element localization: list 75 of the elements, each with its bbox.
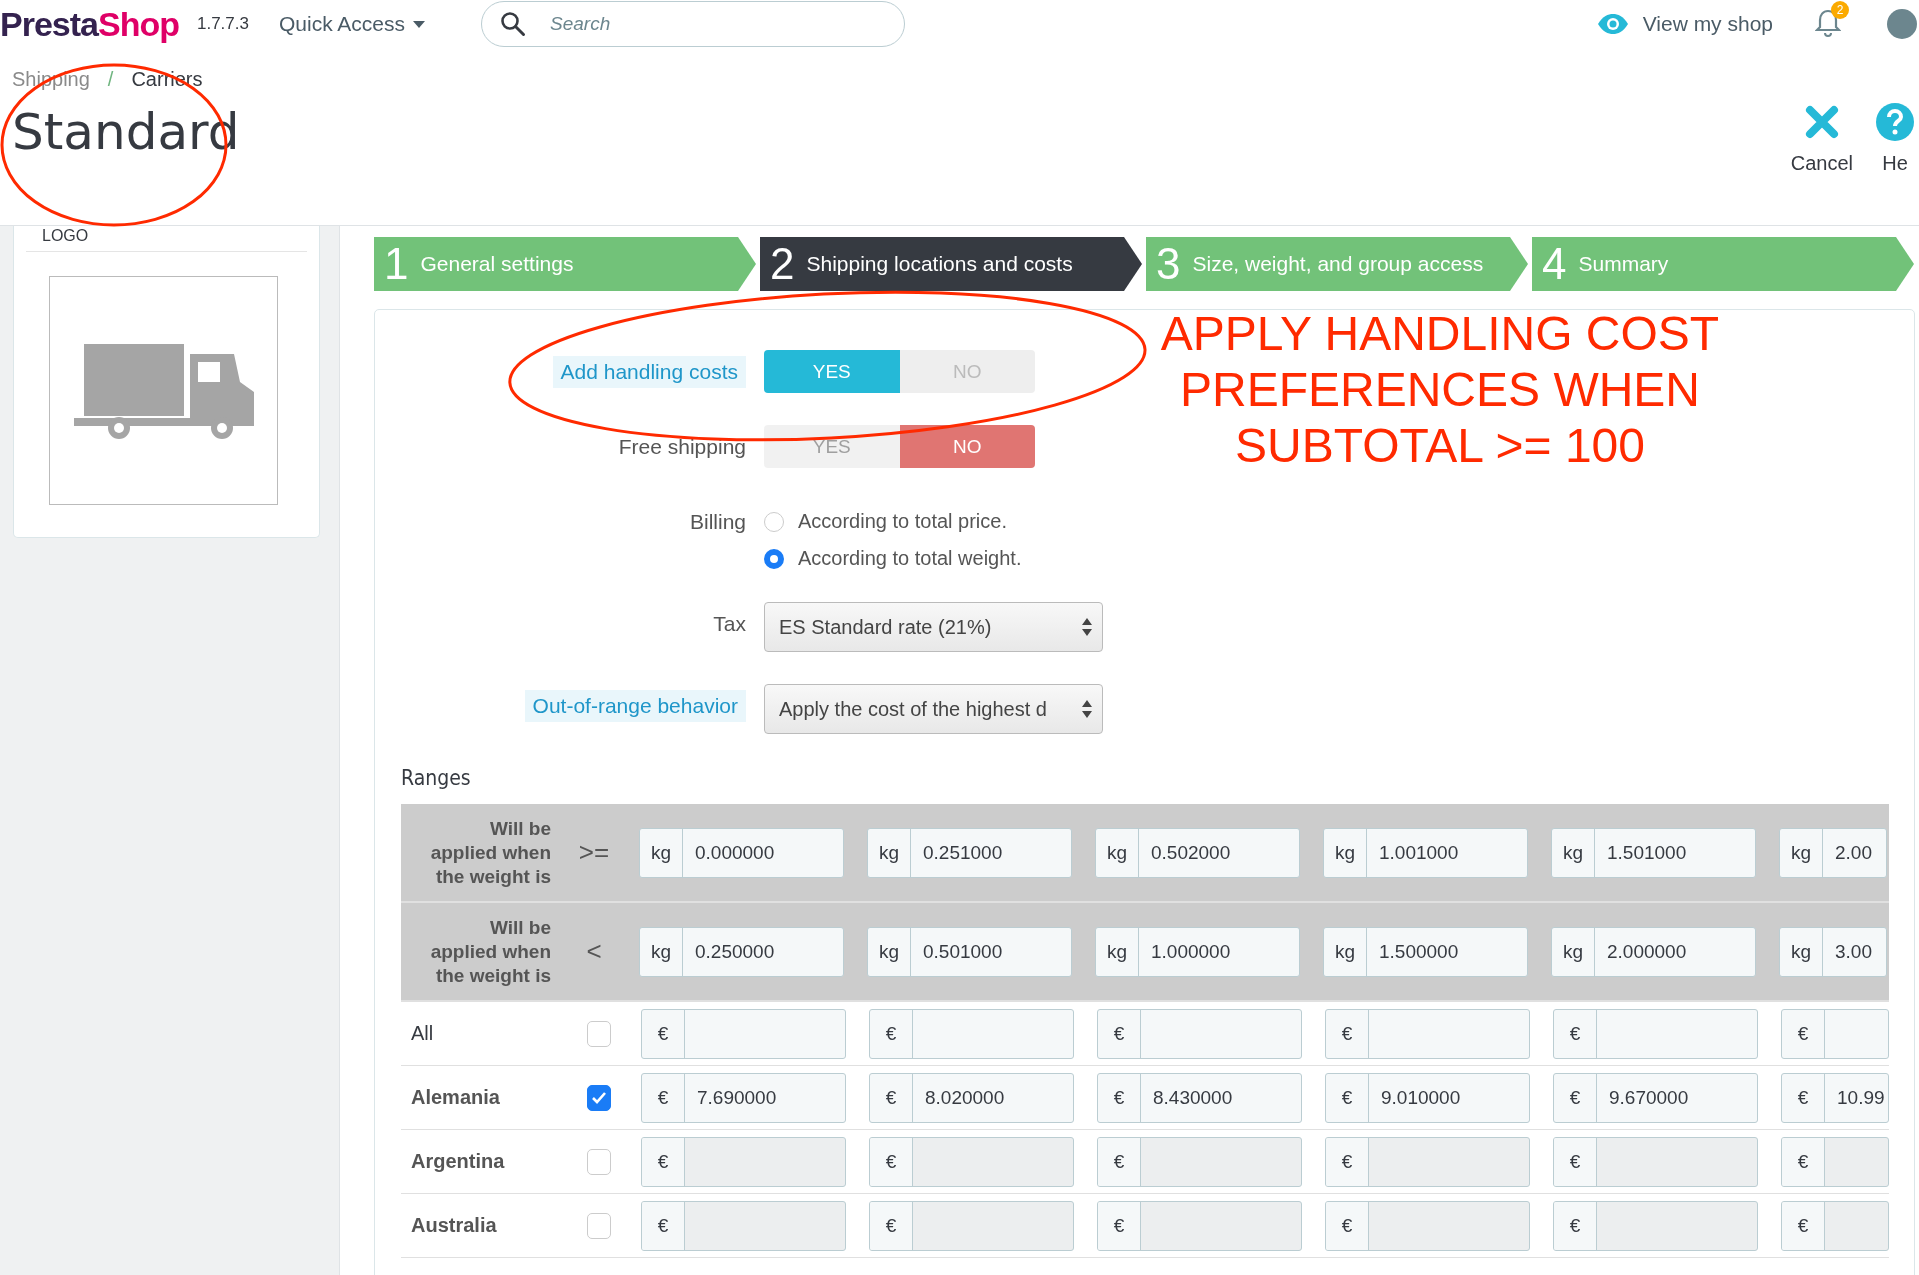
input-field[interactable]: kg 1.000000 xyxy=(1095,926,1300,977)
input-field[interactable]: € xyxy=(641,1200,846,1251)
eye-icon xyxy=(1596,13,1629,35)
wizard-step[interactable]: 2 Shipping locations and costs xyxy=(760,237,1142,291)
zone-name: Argentina xyxy=(410,1150,506,1173)
quick-access-menu[interactable]: Quick Access xyxy=(278,12,425,36)
zone-name: All xyxy=(410,1022,435,1045)
input-field[interactable]: € xyxy=(1553,1200,1758,1251)
select-field[interactable]: Apply the cost of the highest d xyxy=(764,684,1103,734)
input-field[interactable]: € xyxy=(1781,1008,1889,1059)
brand-logo[interactable]: PrestaShop xyxy=(0,4,179,44)
radio-option[interactable]: According to total weight. xyxy=(764,547,1022,570)
input-field[interactable]: kg 0.000000 xyxy=(639,827,844,878)
input-field[interactable]: € xyxy=(1325,1008,1530,1059)
checkbox[interactable] xyxy=(586,1084,611,1111)
radio-option[interactable]: According to total price. xyxy=(764,510,1022,533)
card-heading: LOGO xyxy=(26,226,307,252)
input-field[interactable]: € 9.010000 xyxy=(1325,1072,1530,1123)
checkbox[interactable] xyxy=(586,1212,611,1239)
caret-icon xyxy=(413,20,425,28)
input-field[interactable]: € xyxy=(1325,1200,1530,1251)
field-label: Tax xyxy=(713,611,746,637)
input-field[interactable]: € xyxy=(1781,1200,1889,1251)
input-field[interactable]: kg 2.000000 xyxy=(1551,926,1756,977)
input-field[interactable]: € xyxy=(1553,1008,1758,1059)
input-field[interactable]: € xyxy=(869,1008,1074,1059)
input-field[interactable]: € 7.690000 xyxy=(641,1072,846,1123)
input-field[interactable]: kg 0.250000 xyxy=(639,926,844,977)
help-icon xyxy=(1875,102,1915,142)
range-label: Will be applied when the weight is xyxy=(429,816,551,889)
view-shop-link[interactable]: View my shop xyxy=(1596,12,1773,36)
check-icon xyxy=(590,1090,607,1105)
input-field[interactable]: € xyxy=(1097,1008,1302,1059)
cancel-button[interactable]: Cancel xyxy=(1790,102,1853,175)
annotation-text: APPLY HANDLING COST PREFERENCES WHEN SUBTOTAL >= 100 xyxy=(1159,306,1721,474)
input-field[interactable]: € xyxy=(1097,1136,1302,1187)
input-field[interactable]: € xyxy=(641,1136,846,1187)
input-field[interactable]: kg 1.501000 xyxy=(1551,827,1756,878)
input-field[interactable]: € xyxy=(869,1136,1074,1187)
checkbox[interactable] xyxy=(586,1020,611,1047)
input-field[interactable]: kg 0.502000 xyxy=(1095,827,1300,878)
input-field[interactable]: € xyxy=(1097,1200,1302,1251)
zone-name: Australia xyxy=(410,1214,498,1237)
field-label: Billing xyxy=(689,509,746,535)
sort-arrows-icon xyxy=(1082,700,1092,718)
input-field[interactable]: € 8.020000 xyxy=(869,1072,1074,1123)
section-heading: Ranges xyxy=(401,766,472,790)
input-field[interactable]: € 8.430000 xyxy=(1097,1072,1302,1123)
notification-badge: 2 xyxy=(1831,1,1849,19)
input-field[interactable]: € xyxy=(1553,1136,1758,1187)
field-label: Free shipping xyxy=(618,434,746,460)
input-field[interactable]: kg 2.00 xyxy=(1779,827,1887,878)
input-field[interactable]: € xyxy=(641,1008,846,1059)
operator-label: >= xyxy=(577,837,611,868)
checkbox[interactable] xyxy=(586,1148,611,1175)
input-field[interactable]: kg 0.251000 xyxy=(867,827,1072,878)
input-field[interactable]: € xyxy=(869,1200,1074,1251)
input-field[interactable]: kg 0.501000 xyxy=(867,926,1072,977)
breadcrumb-separator: / xyxy=(107,68,114,91)
version-text: 1.7.7.3 xyxy=(196,14,249,34)
operator-label: < xyxy=(585,936,603,967)
help-button[interactable]: He xyxy=(1875,102,1915,175)
avatar-icon[interactable] xyxy=(1887,9,1917,39)
select-field[interactable]: ES Standard rate (21%) xyxy=(764,602,1103,652)
search-icon xyxy=(500,11,526,37)
input-field[interactable]: € 10.99 xyxy=(1781,1072,1889,1123)
input-field[interactable]: kg 1.500000 xyxy=(1323,926,1528,977)
sort-arrows-icon xyxy=(1082,618,1092,636)
input-field[interactable]: € 9.670000 xyxy=(1553,1072,1758,1123)
input-field[interactable]: kg 1.001000 xyxy=(1323,827,1528,878)
input-field[interactable]: € xyxy=(1325,1136,1530,1187)
range-label: Will be applied when the weight is xyxy=(429,915,551,988)
zone-name: Alemania xyxy=(410,1086,501,1109)
input-field[interactable]: € xyxy=(1781,1136,1889,1187)
input-field[interactable]: kg 3.00 xyxy=(1779,926,1887,977)
